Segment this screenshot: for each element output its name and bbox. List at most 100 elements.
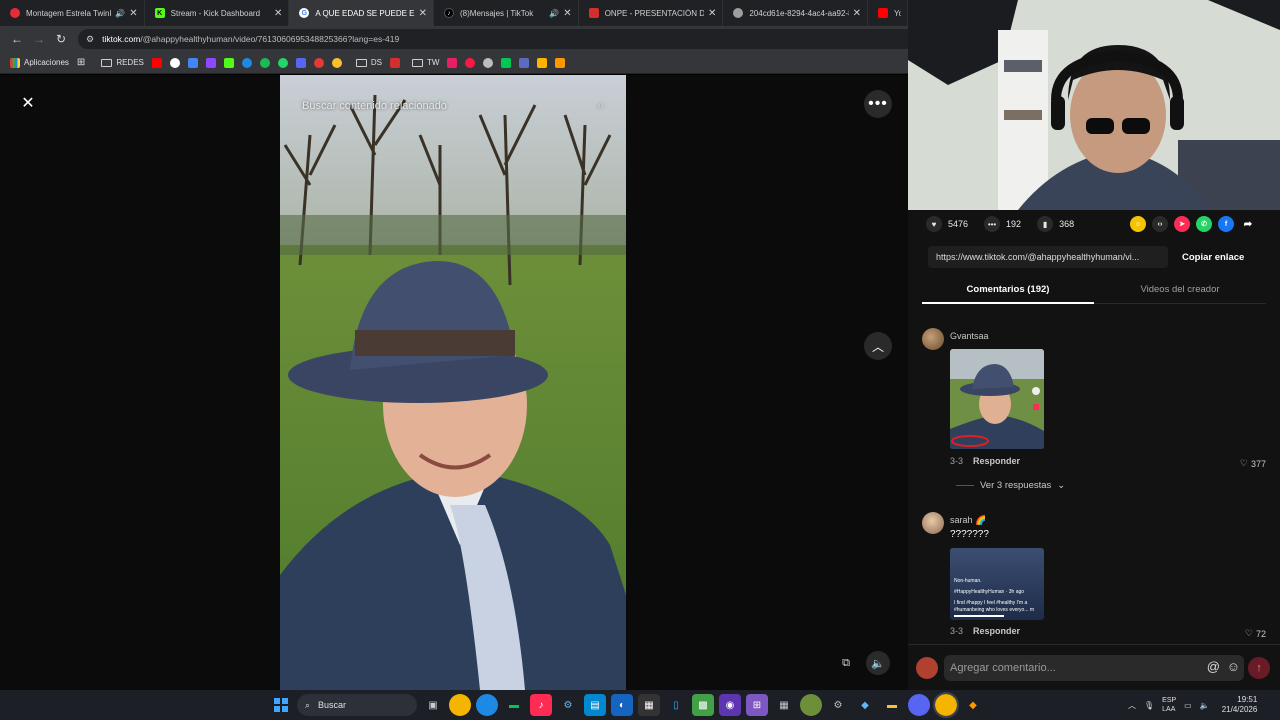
url-input[interactable]: ⚙ tiktok.com/@ahappyhealthyhuman/video/7…	[78, 29, 908, 49]
tab-uuid[interactable]: 204cd61e-8294-4ac4-aa92-8a ✕	[723, 0, 869, 26]
avatar[interactable]	[922, 328, 944, 350]
comment-like[interactable]: ♡ 72	[1245, 628, 1266, 638]
vscode-icon[interactable]: ◆	[854, 694, 876, 716]
windows-start-icon[interactable]	[270, 694, 292, 716]
close-icon[interactable]: ✕	[129, 8, 137, 19]
xbox-icon[interactable]	[800, 694, 822, 716]
bookmark-w[interactable]	[553, 54, 567, 72]
more-options-icon[interactable]: •••	[864, 90, 892, 118]
bookmark-discord[interactable]	[294, 54, 308, 72]
taskbar-search[interactable]: ⌕ Buscar	[297, 694, 417, 716]
speaker-icon[interactable]: 🔊	[115, 9, 125, 18]
save-stat[interactable]: ▮ 368	[1037, 216, 1074, 232]
reload-icon[interactable]: ↻	[50, 28, 72, 50]
send-icon[interactable]: ➤	[1174, 216, 1190, 232]
forward-icon[interactable]: →	[28, 28, 50, 50]
avatar[interactable]	[922, 512, 944, 534]
comment-username[interactable]: Gvantsaa	[950, 331, 989, 341]
tiktok-icon[interactable]: ♪	[530, 694, 552, 716]
close-icon[interactable]: ✕	[18, 93, 38, 113]
store-icon[interactable]: ▤	[584, 694, 606, 716]
settings-icon[interactable]: ⚙	[827, 694, 849, 716]
chrome-icon[interactable]	[449, 694, 471, 716]
bookmark-edge[interactable]	[240, 54, 254, 72]
reply-button[interactable]: Responder	[973, 456, 1020, 466]
task-view-icon[interactable]: ▣	[422, 694, 444, 716]
tab-tiktok-messages[interactable]: ♪ (8)Mensajes | TikTok 🔊 ✕	[434, 0, 579, 26]
tab-onpe[interactable]: ONPE - PRESENTACIÓN DE RESUL ✕	[579, 0, 724, 26]
bookmark-globe[interactable]	[481, 54, 495, 72]
bookmark-green[interactable]	[499, 54, 513, 72]
minecraft-icon[interactable]: ▩	[692, 694, 714, 716]
discord-icon[interactable]	[908, 694, 930, 716]
file-explorer-icon[interactable]: ▬	[881, 694, 903, 716]
comment-stat[interactable]: ••• 192	[984, 216, 1021, 232]
steam-icon[interactable]: ◐	[611, 694, 633, 716]
mention-icon[interactable]: @	[1207, 659, 1220, 674]
bookmark-translate[interactable]	[186, 54, 200, 72]
bookmark-google[interactable]	[168, 54, 182, 72]
terminal-icon[interactable]: ▬	[503, 694, 525, 716]
reply-button[interactable]: Responder	[973, 626, 1020, 636]
close-icon[interactable]: ✕	[708, 8, 716, 19]
app-icon[interactable]: ◆	[962, 694, 984, 716]
speaker-icon[interactable]: 🔊	[549, 9, 559, 18]
close-icon[interactable]: ✕	[563, 8, 571, 19]
search-icon[interactable]: ⌕	[597, 98, 604, 113]
chevron-up-icon[interactable]: ︿	[1128, 700, 1136, 711]
microphone-icon[interactable]: 🎙	[1144, 701, 1154, 710]
avatar[interactable]	[916, 657, 938, 679]
bookmark-bolt[interactable]	[535, 54, 549, 72]
bookmark-v[interactable]	[445, 54, 459, 72]
language-indicator[interactable]: ESP LAA	[1162, 696, 1176, 714]
facebook-icon[interactable]: f	[1218, 216, 1234, 232]
site-info-icon[interactable]: ⚙	[86, 34, 94, 45]
related-search-input[interactable]: Buscar contenido relacionado ⌕	[290, 92, 616, 120]
chevron-up-icon[interactable]: ︿	[864, 332, 892, 360]
bookmark-whatsapp[interactable]	[276, 54, 290, 72]
obs-icon[interactable]: ◉	[719, 694, 741, 716]
bookmark-youtube[interactable]	[150, 54, 164, 72]
grid-icon[interactable]: ⊞	[75, 54, 87, 72]
volume-icon[interactable]: 🔈	[866, 651, 890, 675]
bookmark-kick[interactable]	[222, 54, 236, 72]
network-app-icon[interactable]: ⚙	[557, 694, 579, 716]
speaker-icon[interactable]: 🔈	[1200, 701, 1210, 710]
document-icon[interactable]: ▯	[665, 694, 687, 716]
comment-like[interactable]: ♡ 377	[1240, 458, 1266, 469]
share-link-field[interactable]: https://www.tiktok.com/@ahappyhealthyhum…	[928, 246, 1168, 268]
tab-montagem[interactable]: Montagem Estrela Twinkle 🔊 ✕	[0, 0, 145, 26]
copy-link-button[interactable]: Copiar enlace	[1182, 252, 1244, 263]
bookmark-blue[interactable]	[517, 54, 531, 72]
tab-google-search[interactable]: G A QUE EDAD SE PUEDE ENTRAR ✕	[289, 0, 435, 26]
close-icon[interactable]: ✕	[419, 8, 427, 19]
edge-icon[interactable]	[476, 694, 498, 716]
back-icon[interactable]: ←	[6, 28, 28, 50]
calculator-icon[interactable]: ▦	[638, 694, 660, 716]
close-icon[interactable]: ✕	[853, 8, 861, 19]
bookmark-apps[interactable]: Aplicaciones	[8, 54, 71, 72]
tab-comments[interactable]: Comentarios (192)	[922, 280, 1094, 304]
view-replies-button[interactable]: Ver 3 respuestas ⌄	[956, 480, 1065, 491]
tab-creator-videos[interactable]: Videos del creador	[1094, 280, 1266, 303]
picture-in-picture-icon[interactable]: ⧉	[836, 653, 856, 673]
bookmark-folder-tw[interactable]: TW	[410, 54, 441, 72]
share-arrow-icon[interactable]: ➦	[1240, 216, 1256, 232]
comment-video-thumbnail[interactable]	[950, 349, 1044, 449]
calendar-icon[interactable]: ▦	[773, 694, 795, 716]
bookmark-twitch[interactable]	[204, 54, 218, 72]
emoji-icon[interactable]: ☺	[1227, 659, 1240, 674]
chrome-active-icon[interactable]	[933, 692, 959, 718]
bookmark-red[interactable]	[312, 54, 326, 72]
tab-kick[interactable]: K Stream - Kick Dashboard ✕	[145, 0, 290, 26]
comment-username[interactable]: sarah 🌈	[950, 515, 986, 526]
bookmark-spotify[interactable]	[258, 54, 272, 72]
send-arrow-icon[interactable]: ↑	[1248, 657, 1270, 679]
monitor-icon[interactable]: ▭	[1184, 701, 1192, 710]
embed-icon[interactable]: ‹›	[1152, 216, 1168, 232]
bookmark-folder-redes[interactable]: REDES	[99, 54, 146, 72]
bookmark-opera[interactable]	[463, 54, 477, 72]
close-icon[interactable]: ✕	[274, 8, 282, 19]
bookmark-4k[interactable]	[388, 54, 402, 72]
video-player[interactable]	[280, 75, 626, 690]
